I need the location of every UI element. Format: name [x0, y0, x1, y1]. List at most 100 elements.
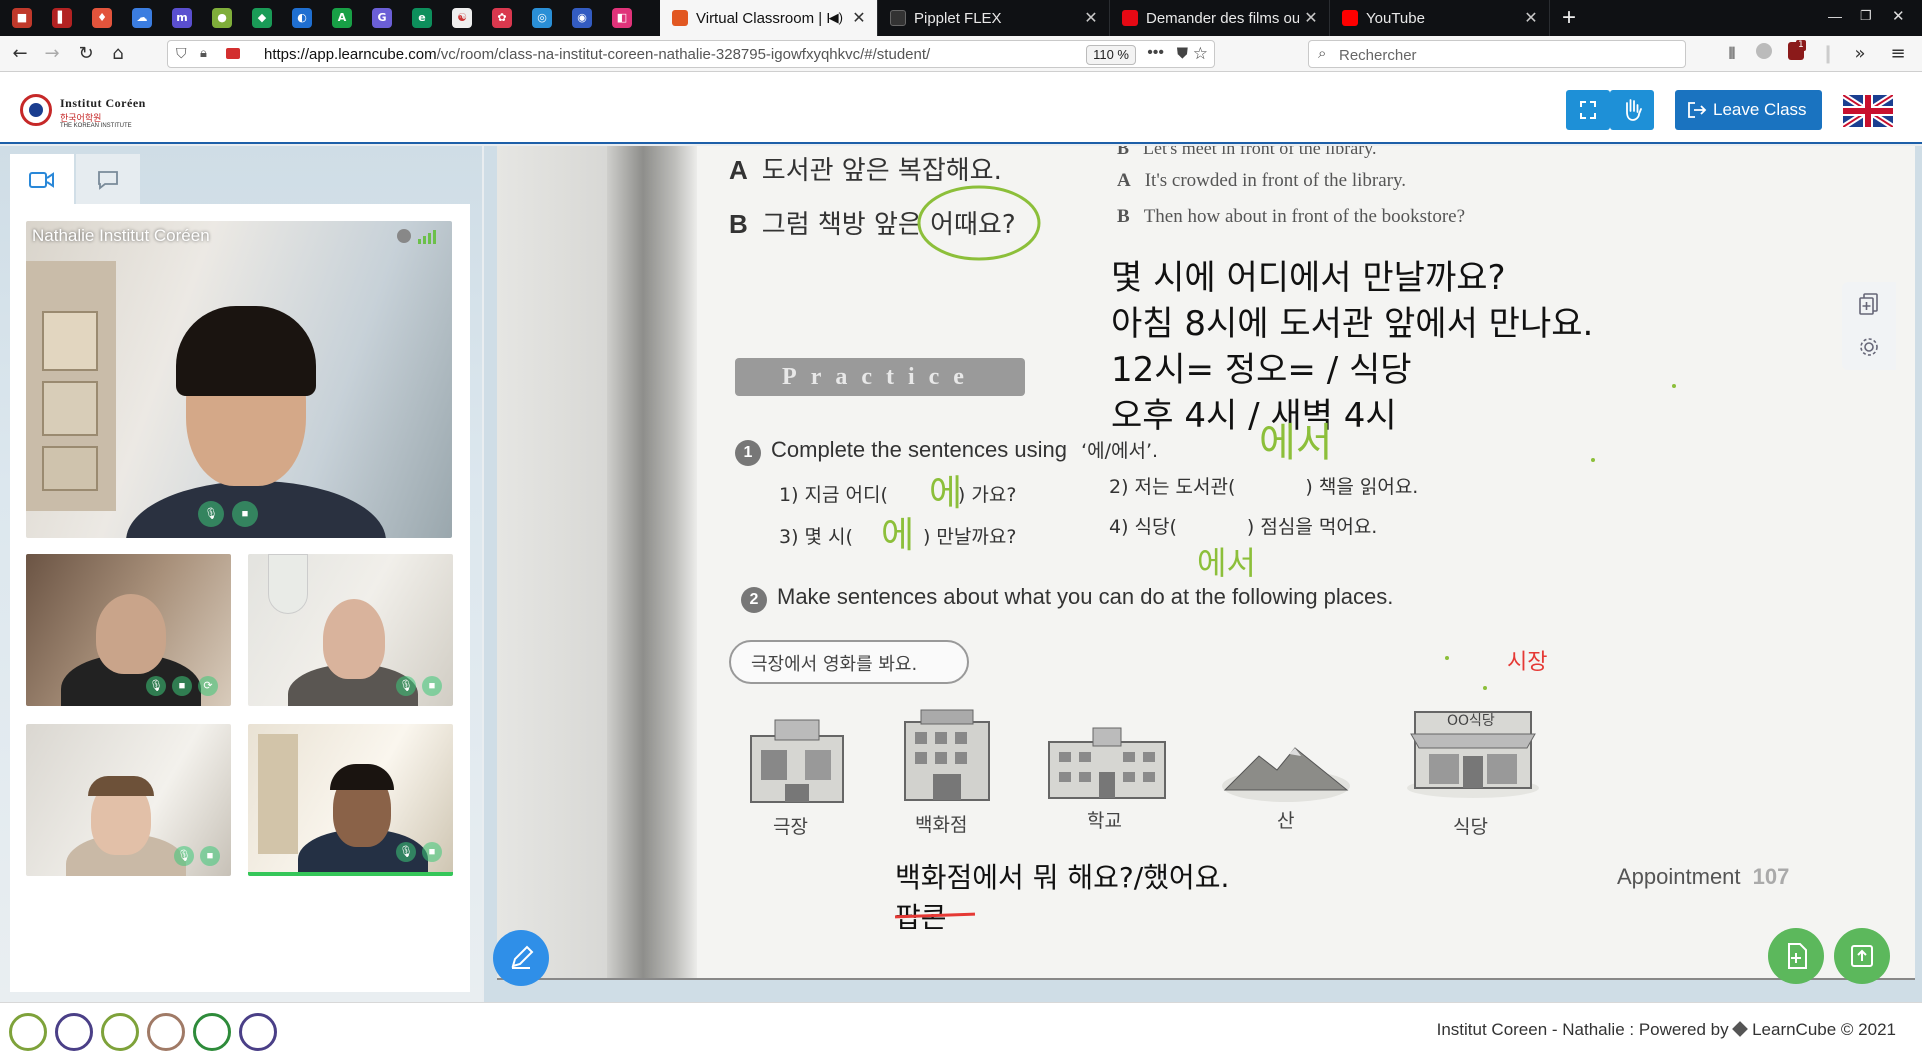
- theater-illustration: [750, 719, 844, 803]
- item-left: 3) 몇 시(: [779, 526, 853, 548]
- tab-pipplet[interactable]: Pipplet FLEX ✕: [878, 0, 1110, 36]
- close-window-icon[interactable]: ✕: [1892, 7, 1905, 25]
- new-file-button[interactable]: [1768, 928, 1824, 984]
- camera-icon[interactable]: ■: [200, 846, 220, 866]
- pinned-tab-7[interactable]: ◆: [252, 8, 272, 28]
- pinned-tab-1[interactable]: ■: [12, 8, 32, 28]
- settings-gear-icon[interactable]: [1858, 336, 1880, 358]
- pinned-tab-11[interactable]: e: [412, 8, 432, 28]
- exit-icon: [1688, 102, 1707, 118]
- extension-icon[interactable]: ❙: [1816, 42, 1840, 66]
- ublock-icon[interactable]: 1: [1784, 40, 1808, 66]
- microphone-icon[interactable]: 🎙︎: [198, 501, 224, 527]
- pinned-tab-2[interactable]: ▌: [52, 8, 72, 28]
- video-tile-student-3[interactable]: 🎙︎ ■: [26, 724, 231, 876]
- speaker-label: B: [1117, 146, 1130, 158]
- tab-youtube[interactable]: YouTube ✕: [1330, 0, 1550, 36]
- camera-icon[interactable]: ■: [172, 676, 192, 696]
- tab-video[interactable]: [10, 154, 74, 204]
- place-label-school: 학교: [1087, 810, 1122, 832]
- camera-icon[interactable]: ■: [232, 501, 258, 527]
- profile-icon[interactable]: [1752, 42, 1776, 66]
- video-tile-student-4[interactable]: 🎙︎ ■: [248, 724, 453, 876]
- upload-button[interactable]: [1834, 928, 1890, 984]
- video-tile-student-1[interactable]: 🎙︎ ■ ⟳: [26, 554, 231, 706]
- item-right: ) 가요?: [957, 484, 1017, 506]
- library-icon[interactable]: ⫴: [1720, 42, 1744, 66]
- annotation-line-3: 12시= 정오= / 식당: [1111, 350, 1412, 390]
- overflow-menu-icon[interactable]: »: [1848, 42, 1872, 66]
- pinned-tab-16[interactable]: ◧: [612, 8, 632, 28]
- department-store-illustration: [904, 709, 990, 801]
- shield-icon[interactable]: ⛉: [176, 45, 187, 62]
- pinned-tab-12[interactable]: ☯: [452, 8, 472, 28]
- video-tile-student-2[interactable]: 🎙︎ ■: [248, 554, 453, 706]
- reload-icon[interactable]: ↻: [74, 42, 98, 66]
- browser-tab-strip: ■ ▌ ♦ ☁ m ● ◆ ◐ A G e ☯ ✿ ◎ ◉ ◧ Virtual …: [0, 0, 1922, 36]
- microphone-icon[interactable]: 🎙︎: [174, 846, 194, 866]
- home-icon[interactable]: ⌂: [106, 42, 130, 66]
- pinned-tab-9[interactable]: A: [332, 8, 352, 28]
- participant-avatar-icon[interactable]: [9, 1013, 47, 1051]
- back-icon[interactable]: ←: [8, 42, 32, 66]
- close-tab-icon[interactable]: ✕: [1519, 8, 1543, 28]
- pinned-tab-3[interactable]: ♦: [92, 8, 112, 28]
- screen-share-icon[interactable]: ⟳: [198, 676, 218, 696]
- camera-permission-icon[interactable]: [226, 48, 240, 59]
- close-tab-icon[interactable]: ✕: [847, 8, 871, 28]
- lock-icon[interactable]: 🔒︎: [200, 45, 207, 61]
- participant-avatar-icon[interactable]: [55, 1013, 93, 1051]
- place-label-mountain: 산: [1277, 810, 1295, 832]
- raise-hand-button[interactable]: [1610, 90, 1654, 130]
- tab-virtual-classroom[interactable]: Virtual Classroom | Le ◀) ✕: [660, 0, 878, 36]
- tab-netflix[interactable]: Demander des films ou d ✕: [1110, 0, 1330, 36]
- speaker-icon[interactable]: ◀): [829, 10, 843, 26]
- restore-window-icon[interactable]: ❐: [1860, 8, 1872, 24]
- url-bar[interactable]: ⛉ 🔒︎ https://app.learncube.com/vc/room/c…: [167, 40, 1215, 68]
- pinned-tab-5[interactable]: m: [172, 8, 192, 28]
- learncube-cube-icon: [1732, 1021, 1749, 1037]
- close-tab-icon[interactable]: ✕: [1299, 8, 1323, 28]
- new-tab-button[interactable]: +: [1562, 4, 1576, 32]
- camera-icon[interactable]: ■: [422, 676, 442, 696]
- uk-flag-language-icon[interactable]: [1843, 95, 1893, 127]
- pinned-tab-6[interactable]: ●: [212, 8, 232, 28]
- close-tab-icon[interactable]: ✕: [1079, 8, 1103, 28]
- forward-icon[interactable]: →: [40, 42, 64, 66]
- restaurant-sign: OO식당: [1447, 713, 1495, 729]
- participant-avatar-icon[interactable]: [101, 1013, 139, 1051]
- handwritten-answer-2: 에서: [1259, 420, 1333, 466]
- english-text: Then how about in front of the bookstore…: [1143, 206, 1466, 227]
- microphone-icon[interactable]: 🎙︎: [396, 676, 416, 696]
- camera-icon[interactable]: ■: [422, 842, 442, 862]
- pinned-tab-10[interactable]: G: [372, 8, 392, 28]
- whiteboard-document[interactable]: A 도서관 앞은 복잡해요. B 그럼 책방 앞은 어때요? B Let's meet…: [497, 146, 1915, 980]
- zoom-level[interactable]: 110 %: [1086, 45, 1136, 65]
- english-line-2: A It's crowded in front of the library.: [1117, 170, 1406, 192]
- microphone-icon[interactable]: 🎙︎: [146, 676, 166, 696]
- participant-avatar-icon[interactable]: [193, 1013, 231, 1051]
- pinned-tab-13[interactable]: ✿: [492, 8, 512, 28]
- participant-avatar-icon[interactable]: [239, 1013, 277, 1051]
- fullscreen-button[interactable]: [1566, 90, 1610, 130]
- instruction-text: Make sentences about what you can do at …: [777, 584, 1394, 609]
- pocket-icon[interactable]: ⛊: [1177, 45, 1188, 62]
- add-page-icon[interactable]: [1858, 292, 1880, 316]
- pinned-tab-15[interactable]: ◉: [572, 8, 592, 28]
- tab-chat[interactable]: [76, 154, 140, 204]
- minimize-window-icon[interactable]: —: [1828, 8, 1842, 24]
- url-text[interactable]: https://app.learncube.com/vc/room/class-…: [264, 46, 930, 63]
- bookmark-star-icon[interactable]: ☆: [1193, 44, 1208, 64]
- hamburger-menu-icon[interactable]: ≡: [1886, 42, 1910, 66]
- search-placeholder: Rechercher: [1339, 47, 1417, 64]
- search-bar[interactable]: ⌕ Rechercher: [1308, 40, 1686, 68]
- pinned-tab-4[interactable]: ☁: [132, 8, 152, 28]
- leave-class-button[interactable]: Leave Class: [1675, 90, 1822, 130]
- pinned-tab-14[interactable]: ◎: [532, 8, 552, 28]
- microphone-icon[interactable]: 🎙︎: [396, 842, 416, 862]
- pinned-tab-8[interactable]: ◐: [292, 8, 312, 28]
- video-tile-teacher[interactable]: Nathalie Institut Coréen 🎙︎ ■: [26, 221, 452, 538]
- annotate-pen-button[interactable]: [493, 930, 549, 986]
- page-actions-icon[interactable]: •••: [1147, 44, 1164, 62]
- participant-avatar-icon[interactable]: [147, 1013, 185, 1051]
